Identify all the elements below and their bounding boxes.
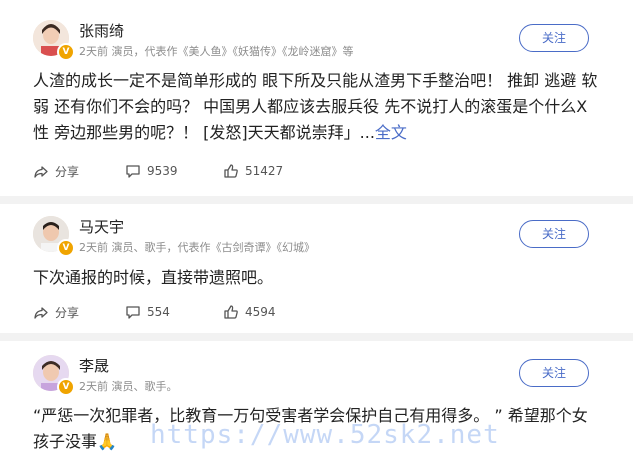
- divider: [0, 196, 633, 204]
- thumbs-up-icon: [224, 305, 238, 319]
- comment-count: 554: [147, 305, 170, 319]
- post-text-content: 人渣的成长一定不是简单形成的 眼下所及只能从渣男下手整治吧！ 推卸 逃避 软弱 …: [33, 71, 598, 142]
- share-label: 分享: [55, 165, 80, 179]
- author-meta: 2天前 演员、歌手。: [79, 380, 178, 393]
- post-card: V 张雨绮 2天前 演员，代表作《美人鱼》《妖猫传》《龙岭迷窟》等 关注 人渣的…: [0, 0, 633, 200]
- share-button[interactable]: 分享: [33, 163, 79, 180]
- like-count: 4594: [245, 305, 276, 319]
- comment-count: 9539: [147, 164, 178, 178]
- divider: [0, 333, 633, 341]
- post-text: 人渣的成长一定不是简单形成的 眼下所及只能从渣男下手整治吧！ 推卸 逃避 软弱 …: [33, 68, 598, 146]
- share-icon: [34, 306, 48, 319]
- like-button[interactable]: 51427: [223, 163, 283, 179]
- author-name[interactable]: 马天宇: [79, 216, 124, 237]
- post-card: V 李晟 2天前 演员、歌手。 关注 “严惩一次犯罪者，比教育一万句受害者学会保…: [0, 341, 633, 466]
- verified-badge-icon: V: [57, 378, 75, 396]
- verified-badge-icon: V: [57, 239, 75, 257]
- author-meta: 2天前 演员、歌手，代表作《古剑奇谭》《幻城》: [79, 241, 315, 254]
- post-card: V 马天宇 2天前 演员、歌手，代表作《古剑奇谭》《幻城》 关注 下次通报的时候…: [0, 204, 633, 334]
- comment-icon: [126, 306, 140, 319]
- author-name[interactable]: 张雨绮: [79, 20, 124, 41]
- thumbs-up-icon: [224, 164, 238, 178]
- like-button[interactable]: 4594: [223, 304, 276, 320]
- comment-icon: [126, 165, 140, 178]
- post-text: “严惩一次犯罪者，比教育一万句受害者学会保护自己有用得多。 ” 希望那个女孩子没…: [33, 406, 588, 451]
- verified-badge-icon: V: [57, 43, 75, 61]
- post-text: 下次通报的时候，直接带遗照吧。: [33, 268, 274, 287]
- full-text-link[interactable]: 全文: [375, 123, 407, 142]
- comment-button[interactable]: 9539: [125, 163, 178, 179]
- like-count: 51427: [245, 164, 284, 178]
- follow-button[interactable]: 关注: [519, 359, 589, 387]
- share-button[interactable]: 分享: [33, 304, 79, 321]
- share-icon: [34, 165, 48, 178]
- comment-button[interactable]: 554: [125, 304, 170, 320]
- follow-button[interactable]: 关注: [519, 24, 589, 52]
- follow-button[interactable]: 关注: [519, 220, 589, 248]
- author-meta: 2天前 演员，代表作《美人鱼》《妖猫传》《龙岭迷窟》等: [79, 45, 354, 58]
- share-label: 分享: [55, 306, 80, 320]
- author-name[interactable]: 李晟: [79, 355, 109, 376]
